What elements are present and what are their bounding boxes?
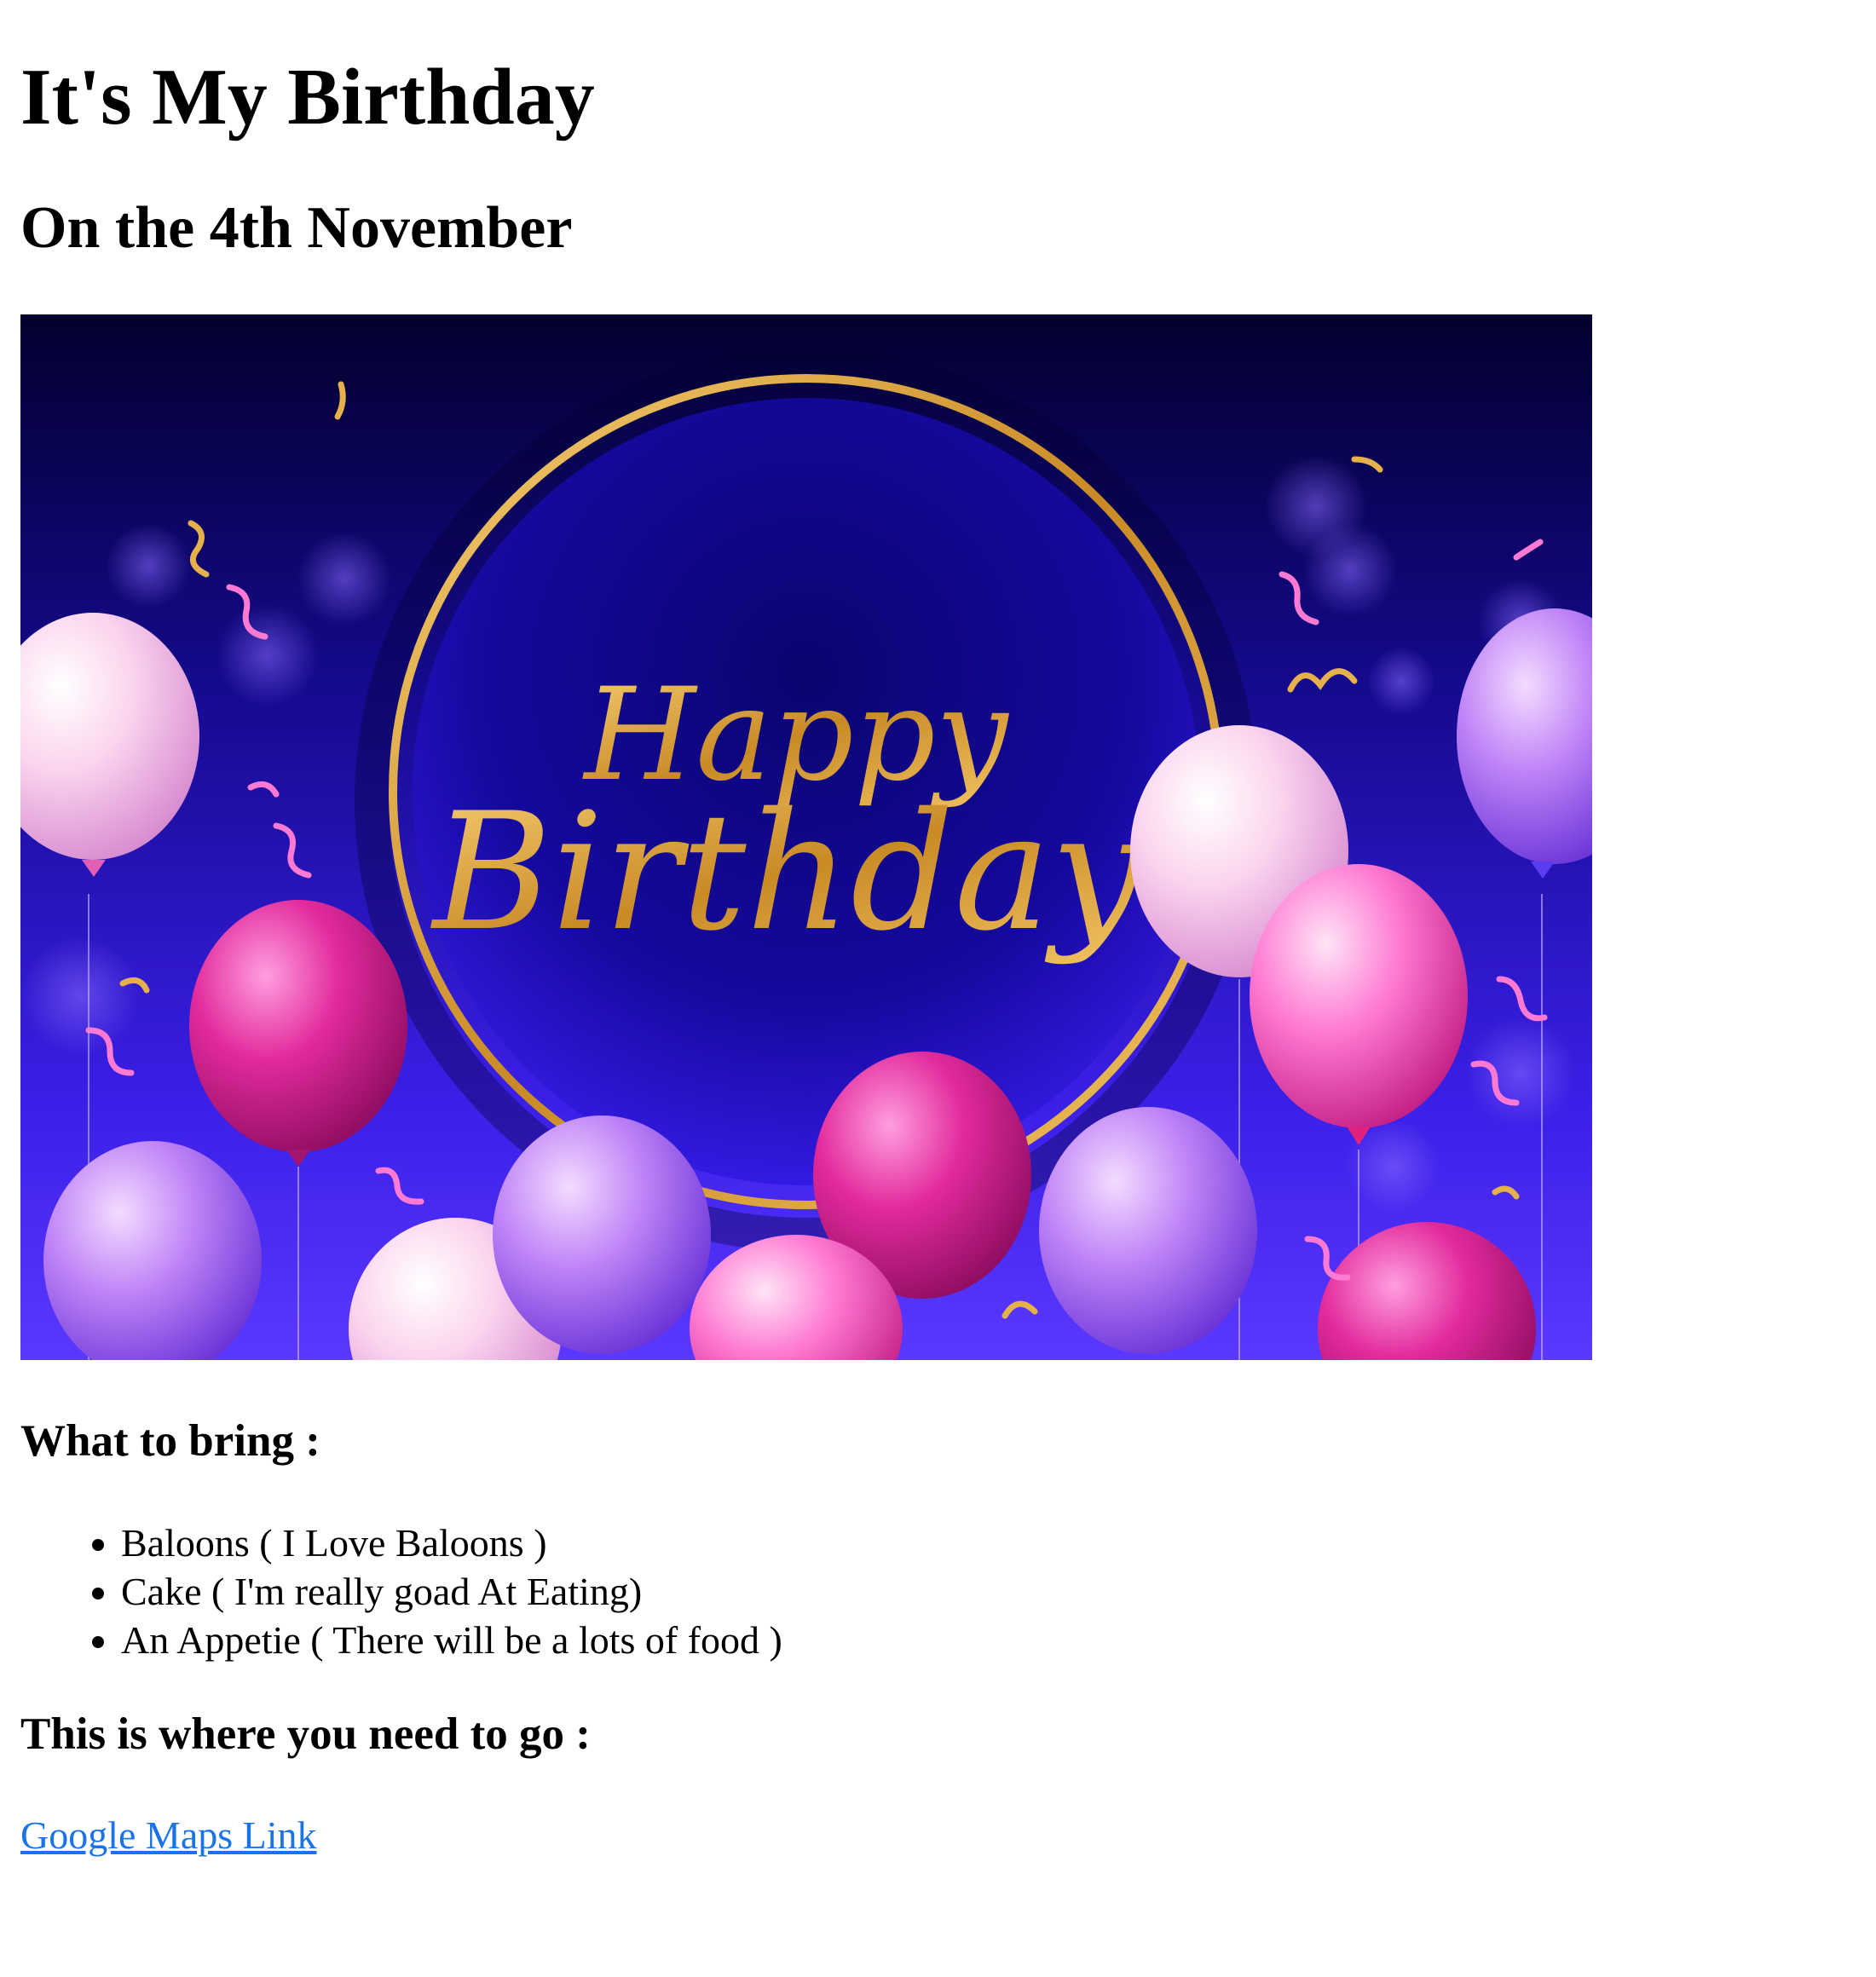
list-item: Baloons ( I Love Baloons ) [121, 1519, 1853, 1567]
page-content: It's My Birthday On the 4th November Hap… [20, 0, 1853, 1859]
map-link-paragraph: Google Maps Link [20, 1811, 1853, 1859]
google-maps-link[interactable]: Google Maps Link [20, 1813, 317, 1857]
banner-line-birthday: Birthday [430, 778, 1145, 966]
location-heading: This is where you need to go : [20, 1709, 591, 1759]
list-item: Cake ( I'm really goad At Eating) [121, 1567, 1853, 1616]
bring-heading: What to bring : [20, 1415, 320, 1466]
page-title: It's My Birthday [20, 53, 595, 141]
date-subtitle: On the 4th November [20, 195, 573, 262]
bring-list: Baloons ( I Love Baloons ) Cake ( I'm re… [20, 1519, 1853, 1664]
list-item: An Appetie ( There will be a lots of foo… [121, 1616, 1853, 1664]
birthday-banner-image: Happy Birthday [20, 314, 1592, 1360]
